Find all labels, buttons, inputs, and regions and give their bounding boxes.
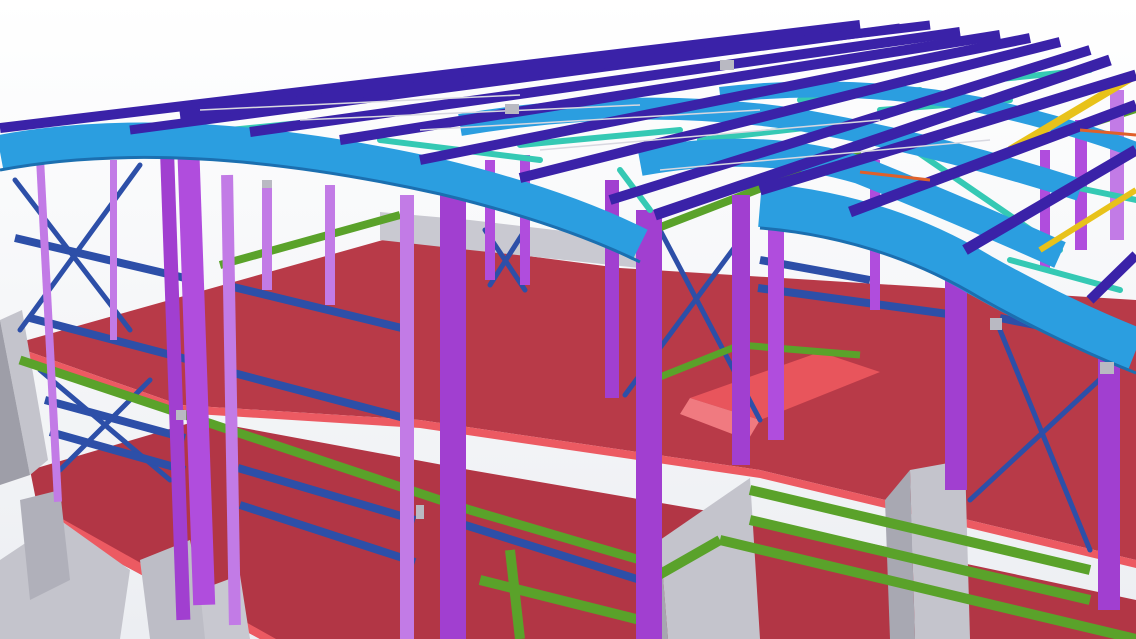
column xyxy=(636,210,662,639)
column xyxy=(110,160,117,340)
plate xyxy=(416,505,424,519)
column xyxy=(440,170,466,639)
plate xyxy=(262,180,272,188)
plate xyxy=(505,104,519,114)
column xyxy=(768,200,784,440)
structural-model-scene xyxy=(0,0,1136,639)
plate xyxy=(720,60,734,70)
plate xyxy=(1100,362,1114,374)
plate xyxy=(176,410,186,420)
column xyxy=(732,195,750,465)
plate xyxy=(990,318,1002,330)
column xyxy=(400,195,414,639)
column xyxy=(262,180,272,290)
column xyxy=(1098,350,1120,610)
column xyxy=(325,185,335,305)
column xyxy=(945,260,967,490)
